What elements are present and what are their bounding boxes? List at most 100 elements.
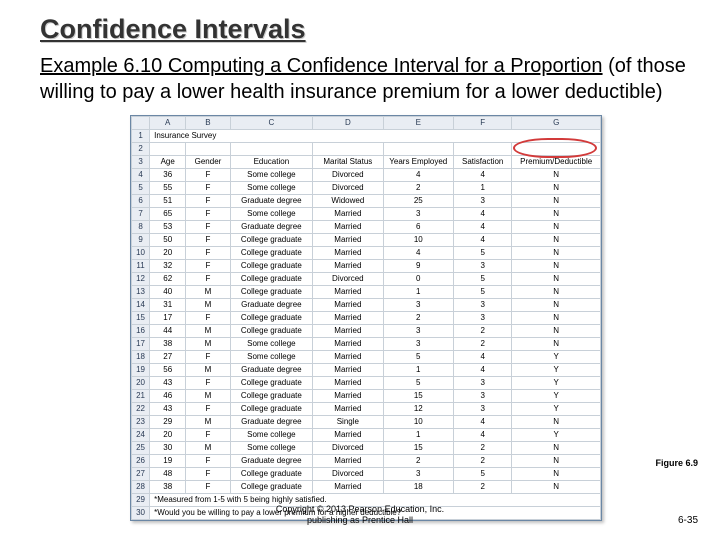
data-cell: N — [512, 338, 601, 351]
data-cell: Y — [512, 390, 601, 403]
data-cell: 3 — [454, 403, 512, 416]
header-cell: Satisfaction — [454, 156, 512, 169]
data-cell: 4 — [454, 364, 512, 377]
data-cell: F — [186, 260, 230, 273]
data-cell: 10 — [383, 234, 453, 247]
data-cell: 4 — [454, 169, 512, 182]
data-cell: 5 — [383, 351, 453, 364]
data-cell: College graduate — [230, 260, 313, 273]
empty-cell — [186, 143, 230, 156]
copyright-line2: publishing as Prentice Hall — [307, 515, 413, 525]
data-cell: Some college — [230, 429, 313, 442]
data-cell: 43 — [150, 377, 186, 390]
empty-cell — [383, 143, 453, 156]
data-cell: 4 — [383, 247, 453, 260]
data-cell: F — [186, 182, 230, 195]
data-cell: M — [186, 390, 230, 403]
data-cell: 38 — [150, 481, 186, 494]
data-cell: F — [186, 234, 230, 247]
data-cell: Married — [313, 325, 383, 338]
data-cell: M — [186, 286, 230, 299]
example-label: Example 6.10 Computing a Confidence Inte… — [40, 55, 603, 77]
data-cell: 1 — [383, 429, 453, 442]
row-number: 9 — [132, 234, 150, 247]
example-text: Example 6.10 Computing a Confidence Inte… — [40, 53, 692, 105]
header-cell: Age — [150, 156, 186, 169]
data-cell: 3 — [383, 338, 453, 351]
data-cell: Some college — [230, 169, 313, 182]
data-cell: M — [186, 299, 230, 312]
data-cell: 3 — [383, 299, 453, 312]
row-number: 21 — [132, 390, 150, 403]
table-body: 1Insurance Survey23AgeGenderEducationMar… — [132, 130, 601, 520]
data-cell: F — [186, 273, 230, 286]
data-cell: F — [186, 455, 230, 468]
row-number: 7 — [132, 208, 150, 221]
data-cell: 4 — [383, 169, 453, 182]
data-cell: M — [186, 338, 230, 351]
data-cell: 12 — [383, 403, 453, 416]
row-number: 3 — [132, 156, 150, 169]
figure-label: Figure 6.9 — [655, 458, 698, 468]
data-cell: Graduate degree — [230, 299, 313, 312]
row-number: 5 — [132, 182, 150, 195]
data-cell: 2 — [383, 312, 453, 325]
data-cell: F — [186, 208, 230, 221]
row-number: 18 — [132, 351, 150, 364]
row-number: 8 — [132, 221, 150, 234]
data-cell: Single — [313, 416, 383, 429]
data-cell: 3 — [454, 195, 512, 208]
data-cell: N — [512, 468, 601, 481]
data-cell: College graduate — [230, 481, 313, 494]
data-cell: 3 — [383, 325, 453, 338]
data-cell: M — [186, 364, 230, 377]
data-cell: 5 — [454, 247, 512, 260]
data-cell: 20 — [150, 429, 186, 442]
data-cell: 4 — [454, 221, 512, 234]
data-cell: N — [512, 442, 601, 455]
data-cell: 43 — [150, 403, 186, 416]
row-number: 27 — [132, 468, 150, 481]
data-cell: 20 — [150, 247, 186, 260]
data-cell: 3 — [454, 299, 512, 312]
data-cell: 53 — [150, 221, 186, 234]
data-cell: Divorced — [313, 169, 383, 182]
data-cell: 17 — [150, 312, 186, 325]
data-cell: 4 — [454, 429, 512, 442]
data-cell: F — [186, 351, 230, 364]
row-number: 12 — [132, 273, 150, 286]
data-cell: 51 — [150, 195, 186, 208]
data-cell: 2 — [454, 338, 512, 351]
data-cell: M — [186, 416, 230, 429]
data-cell: Married — [313, 221, 383, 234]
data-cell: N — [512, 260, 601, 273]
row-number: 28 — [132, 481, 150, 494]
slide-title: Confidence Intervals — [40, 14, 692, 45]
data-cell: Divorced — [313, 442, 383, 455]
survey-title-cell: Insurance Survey — [150, 130, 601, 143]
data-cell: F — [186, 195, 230, 208]
data-cell: M — [186, 325, 230, 338]
col-letter: B — [186, 117, 230, 130]
data-cell: 1 — [383, 286, 453, 299]
data-cell: 10 — [383, 416, 453, 429]
data-cell: 1 — [454, 182, 512, 195]
data-cell: Married — [313, 260, 383, 273]
data-cell: 5 — [383, 377, 453, 390]
data-cell: Married — [313, 286, 383, 299]
data-cell: 5 — [454, 273, 512, 286]
col-letter: G — [512, 117, 601, 130]
row-number: 22 — [132, 403, 150, 416]
data-cell: Married — [313, 299, 383, 312]
data-cell: 44 — [150, 325, 186, 338]
page-number: 6-35 — [678, 515, 698, 526]
data-cell: College graduate — [230, 247, 313, 260]
row-number: 14 — [132, 299, 150, 312]
data-cell: College graduate — [230, 234, 313, 247]
row-number: 15 — [132, 312, 150, 325]
data-cell: N — [512, 208, 601, 221]
data-cell: N — [512, 299, 601, 312]
col-letter: D — [313, 117, 383, 130]
row-number: 6 — [132, 195, 150, 208]
data-cell: N — [512, 312, 601, 325]
